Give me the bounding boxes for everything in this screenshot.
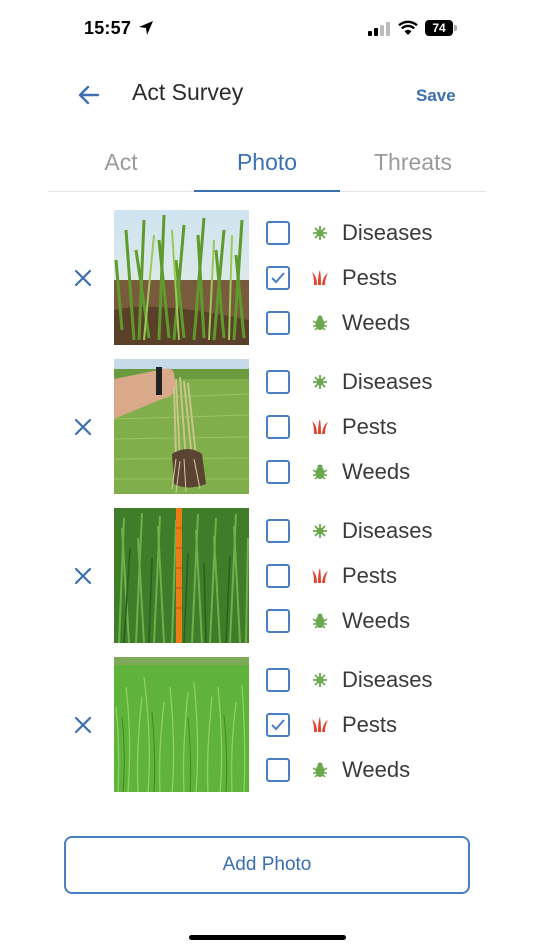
remove-photo-button[interactable] xyxy=(70,563,96,589)
tab-bar: Act Photo Threats xyxy=(48,140,486,192)
threat-pests[interactable]: Pests xyxy=(266,263,486,293)
photo-row: Diseases Pests Weeds xyxy=(0,359,534,495)
pests-checkbox[interactable] xyxy=(266,713,290,737)
grass-icon xyxy=(312,717,328,732)
grass-icon xyxy=(312,270,328,285)
weeds-checkbox[interactable] xyxy=(266,758,290,782)
weeds-label: Weeds xyxy=(342,757,411,782)
weeds-checkbox[interactable] xyxy=(266,460,290,484)
home-indicator xyxy=(189,935,346,940)
page-title: Act Survey xyxy=(132,79,244,105)
crop-photo[interactable] xyxy=(114,508,249,643)
grass-icon xyxy=(312,568,328,583)
threat-diseases[interactable]: Diseases xyxy=(266,218,486,248)
tab-photo[interactable]: Photo xyxy=(194,140,340,192)
threat-diseases[interactable]: Diseases xyxy=(266,665,486,695)
photo-row: Diseases Pests Weeds xyxy=(0,210,534,346)
remove-photo-button[interactable] xyxy=(70,265,96,291)
threat-diseases[interactable]: Diseases xyxy=(266,516,486,546)
checkmark-icon xyxy=(271,272,285,284)
virus-icon xyxy=(313,226,327,240)
crop-photo[interactable] xyxy=(114,359,249,494)
diseases-checkbox[interactable] xyxy=(266,370,290,394)
cellular-signal-icon xyxy=(368,22,390,36)
virus-icon xyxy=(313,673,327,687)
threat-pests[interactable]: Pests xyxy=(266,710,486,740)
diseases-label: Diseases xyxy=(342,220,433,245)
battery-icon: 74 xyxy=(425,20,457,36)
arrow-left-icon xyxy=(78,85,100,105)
bug-icon xyxy=(312,762,328,778)
close-icon xyxy=(74,567,92,585)
diseases-label: Diseases xyxy=(342,667,433,692)
remove-photo-button[interactable] xyxy=(70,712,96,738)
grass-icon xyxy=(312,419,328,434)
threat-weeds[interactable]: Weeds xyxy=(266,308,486,338)
weeds-label: Weeds xyxy=(342,608,411,633)
save-button[interactable]: Save xyxy=(416,86,456,106)
pests-label: Pests xyxy=(342,712,398,737)
location-arrow-icon xyxy=(139,21,153,35)
threat-weeds[interactable]: Weeds xyxy=(266,606,486,636)
pests-checkbox[interactable] xyxy=(266,266,290,290)
bug-icon xyxy=(312,464,328,480)
virus-icon xyxy=(313,524,327,538)
close-icon xyxy=(74,716,92,734)
threat-weeds[interactable]: Weeds xyxy=(266,755,486,785)
crop-photo[interactable] xyxy=(114,657,249,792)
pests-label: Pests xyxy=(342,265,398,290)
status-time: 15:57 xyxy=(84,18,132,38)
bug-icon xyxy=(312,315,328,331)
threat-weeds[interactable]: Weeds xyxy=(266,457,486,487)
tab-threats[interactable]: Threats xyxy=(340,140,486,192)
close-icon xyxy=(74,418,92,436)
weeds-label: Weeds xyxy=(342,459,411,484)
diseases-checkbox[interactable] xyxy=(266,221,290,245)
crop-photo[interactable] xyxy=(114,210,249,345)
virus-icon xyxy=(313,375,327,389)
threat-pests[interactable]: Pests xyxy=(266,412,486,442)
pests-label: Pests xyxy=(342,414,398,439)
threat-pests[interactable]: Pests xyxy=(266,561,486,591)
tab-act[interactable]: Act xyxy=(48,140,194,192)
diseases-label: Diseases xyxy=(342,369,433,394)
weeds-checkbox[interactable] xyxy=(266,609,290,633)
photo-row: Diseases Pests Weeds xyxy=(0,508,534,644)
weeds-label: Weeds xyxy=(342,310,411,335)
photo-row: Diseases Pests Weeds xyxy=(0,657,534,793)
remove-photo-button[interactable] xyxy=(70,414,96,440)
weeds-checkbox[interactable] xyxy=(266,311,290,335)
back-button[interactable] xyxy=(74,80,104,110)
diseases-checkbox[interactable] xyxy=(266,668,290,692)
diseases-label: Diseases xyxy=(342,518,433,543)
pests-label: Pests xyxy=(342,563,398,588)
diseases-checkbox[interactable] xyxy=(266,519,290,543)
bug-icon xyxy=(312,613,328,629)
threat-diseases[interactable]: Diseases xyxy=(266,367,486,397)
checkmark-icon xyxy=(271,719,285,731)
status-bar: 15:57 74 xyxy=(0,0,534,60)
pests-checkbox[interactable] xyxy=(266,415,290,439)
battery-level: 74 xyxy=(425,20,453,36)
wifi-icon xyxy=(398,20,418,35)
pests-checkbox[interactable] xyxy=(266,564,290,588)
close-icon xyxy=(74,269,92,287)
add-photo-button[interactable]: Add Photo xyxy=(64,836,470,894)
